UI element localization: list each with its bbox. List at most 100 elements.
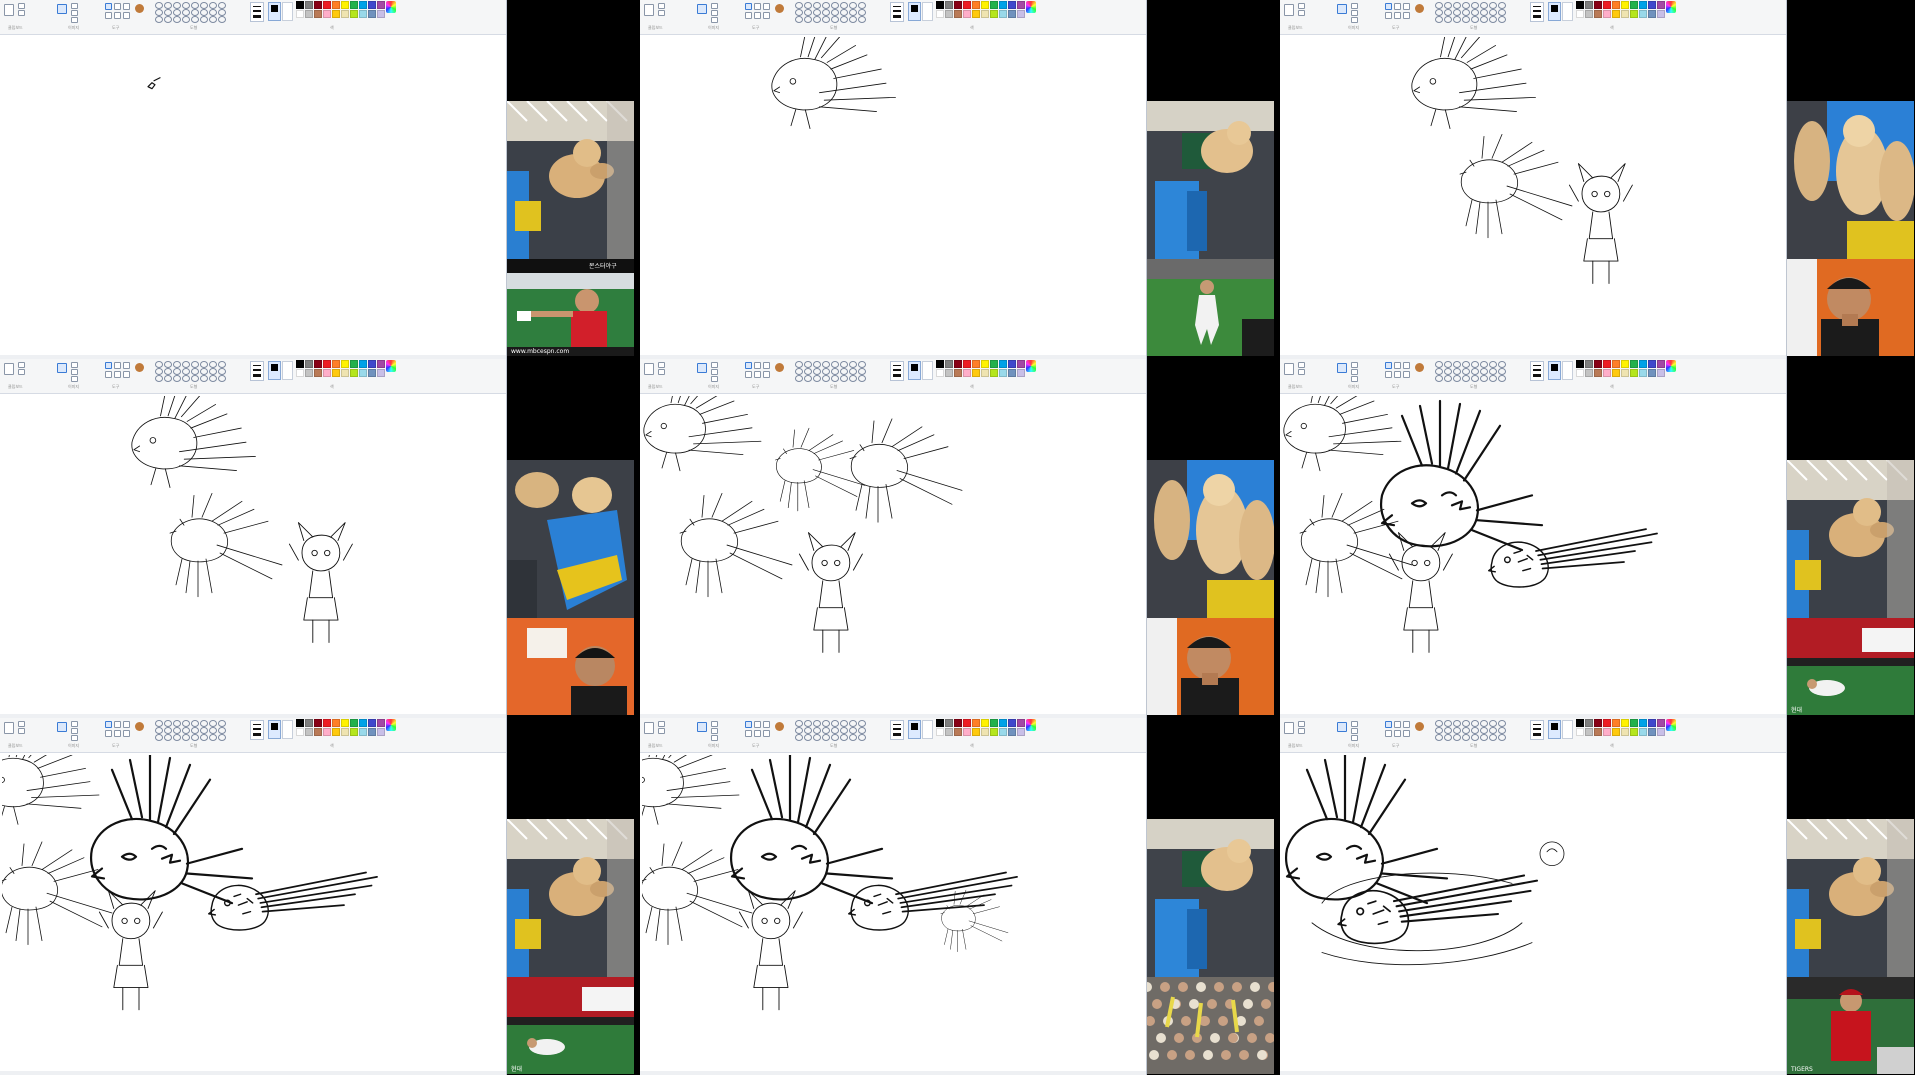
palette-swatch[interactable] <box>368 728 376 736</box>
shape-icon[interactable] <box>1462 734 1470 741</box>
color1-button[interactable] <box>908 361 921 380</box>
text-icon[interactable] <box>763 721 770 728</box>
shape-icon[interactable] <box>1480 16 1488 23</box>
crop-icon[interactable] <box>71 721 78 727</box>
shape-icon[interactable] <box>1435 734 1443 741</box>
shape-icon[interactable] <box>173 361 181 368</box>
palette-swatch[interactable] <box>981 360 989 368</box>
paste-icon[interactable] <box>4 363 14 375</box>
magnifier-icon[interactable] <box>1403 730 1410 737</box>
shape-icon[interactable] <box>1462 727 1470 734</box>
shape-icon[interactable] <box>164 16 172 23</box>
shape-icon[interactable] <box>1453 734 1461 741</box>
shape-icon[interactable] <box>200 720 208 727</box>
shape-icon[interactable] <box>813 375 821 382</box>
shape-icon[interactable] <box>1453 2 1461 9</box>
shape-icon[interactable] <box>218 720 226 727</box>
size-button[interactable] <box>250 2 264 22</box>
color2-button[interactable] <box>282 720 293 739</box>
palette-swatch[interactable] <box>296 728 304 736</box>
shape-icon[interactable] <box>164 727 172 734</box>
drawing-canvas[interactable] <box>642 37 1142 355</box>
copy-icon[interactable] <box>1298 369 1305 375</box>
drawing-canvas[interactable] <box>1282 396 1782 714</box>
palette-swatch[interactable] <box>332 360 340 368</box>
palette-swatch[interactable] <box>1576 10 1584 18</box>
shape-icon[interactable] <box>858 2 866 9</box>
rotate-icon[interactable] <box>711 735 718 741</box>
shape-icon[interactable] <box>1471 375 1479 382</box>
resize-icon[interactable] <box>711 10 718 16</box>
palette-swatch[interactable] <box>1648 360 1656 368</box>
size-button[interactable] <box>890 720 904 740</box>
shape-icon[interactable] <box>182 9 190 16</box>
palette-swatch[interactable] <box>972 360 980 368</box>
color1-button[interactable] <box>908 720 921 739</box>
shape-icon[interactable] <box>1435 720 1443 727</box>
palette-swatch[interactable] <box>954 719 962 727</box>
shape-icon[interactable] <box>849 727 857 734</box>
palette-swatch[interactable] <box>963 1 971 9</box>
resize-icon[interactable] <box>71 10 78 16</box>
palette-swatch[interactable] <box>1648 719 1656 727</box>
palette-swatch[interactable] <box>323 369 331 377</box>
color1-button[interactable] <box>268 361 281 380</box>
shape-icon[interactable] <box>804 2 812 9</box>
text-icon[interactable] <box>123 3 130 10</box>
palette-swatch[interactable] <box>963 719 971 727</box>
resize-icon[interactable] <box>1351 10 1358 16</box>
palette-swatch[interactable] <box>945 360 953 368</box>
palette-swatch[interactable] <box>1612 360 1620 368</box>
shape-icon[interactable] <box>813 734 821 741</box>
palette-swatch[interactable] <box>1630 360 1638 368</box>
shape-icon[interactable] <box>218 368 226 375</box>
crop-icon[interactable] <box>1351 3 1358 9</box>
shape-icon[interactable] <box>804 375 812 382</box>
palette-swatch[interactable] <box>359 1 367 9</box>
paste-icon[interactable] <box>644 4 654 16</box>
palette-swatch[interactable] <box>368 10 376 18</box>
shape-icon[interactable] <box>173 727 181 734</box>
palette-swatch[interactable] <box>314 369 322 377</box>
palette-swatch[interactable] <box>1008 369 1016 377</box>
shape-icon[interactable] <box>822 734 830 741</box>
palette-swatch[interactable] <box>341 719 349 727</box>
shape-icon[interactable] <box>1444 720 1452 727</box>
shape-icon[interactable] <box>173 2 181 9</box>
drawing-canvas[interactable] <box>2 396 502 714</box>
text-icon[interactable] <box>1403 3 1410 10</box>
palette-swatch[interactable] <box>981 369 989 377</box>
rotate-icon[interactable] <box>1351 376 1358 382</box>
palette-swatch[interactable] <box>1576 719 1584 727</box>
shape-icon[interactable] <box>858 16 866 23</box>
magnifier-icon[interactable] <box>763 730 770 737</box>
palette-swatch[interactable] <box>990 1 998 9</box>
text-icon[interactable] <box>123 721 130 728</box>
palette-swatch[interactable] <box>332 10 340 18</box>
shape-icon[interactable] <box>191 361 199 368</box>
palette-swatch[interactable] <box>1639 10 1647 18</box>
shape-icon[interactable] <box>182 375 190 382</box>
shape-icon[interactable] <box>813 368 821 375</box>
shape-icon[interactable] <box>1498 727 1506 734</box>
palette-swatch[interactable] <box>377 719 385 727</box>
shape-icon[interactable] <box>849 16 857 23</box>
shape-icon[interactable] <box>813 16 821 23</box>
text-icon[interactable] <box>763 362 770 369</box>
shape-icon[interactable] <box>849 368 857 375</box>
palette-swatch[interactable] <box>1657 360 1665 368</box>
color-picker-icon[interactable] <box>114 12 121 19</box>
palette-swatch[interactable] <box>1657 719 1665 727</box>
palette-swatch[interactable] <box>305 369 313 377</box>
palette-swatch[interactable] <box>341 1 349 9</box>
shape-icon[interactable] <box>1498 16 1506 23</box>
brushes-icon[interactable] <box>1415 4 1424 13</box>
edit-colors-icon[interactable] <box>1026 1 1036 13</box>
shape-icon[interactable] <box>1453 16 1461 23</box>
palette-swatch[interactable] <box>936 360 944 368</box>
shape-icon[interactable] <box>1480 368 1488 375</box>
shape-icon[interactable] <box>1444 734 1452 741</box>
shape-icon[interactable] <box>1471 734 1479 741</box>
palette-swatch[interactable] <box>305 10 313 18</box>
palette-swatch[interactable] <box>323 10 331 18</box>
